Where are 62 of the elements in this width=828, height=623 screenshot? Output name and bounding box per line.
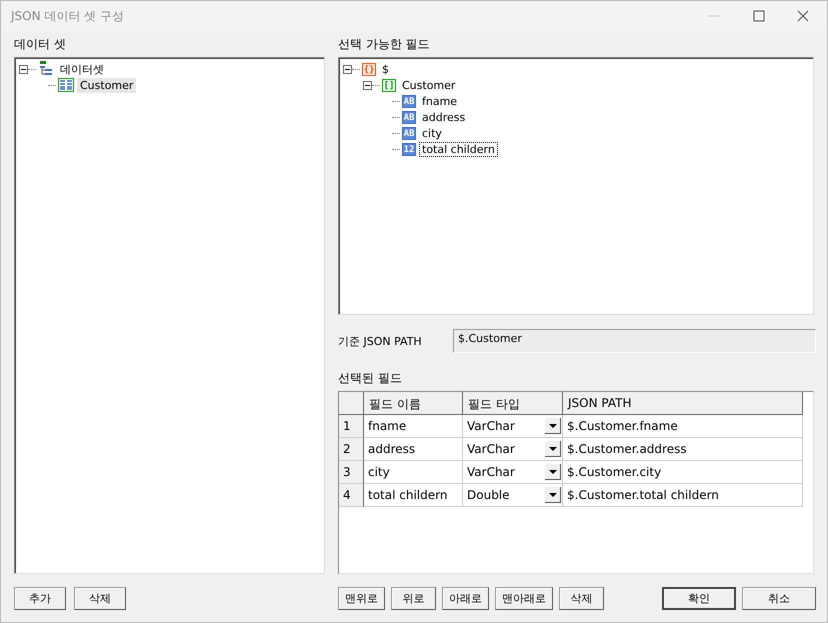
field-tree[interactable]: {} $ [] Customer AB fname AB address AB city 12 total childern <box>338 57 814 315</box>
collapse-icon[interactable] <box>363 80 372 90</box>
collapse-icon[interactable] <box>343 64 352 74</box>
field-label: 기준 JSON PATH <box>338 334 423 348</box>
dropdown-button[interactable] <box>545 441 561 457</box>
type-icon: AB <box>402 110 416 124</box>
dataset-tree[interactable]: 데이터셋 Customer <box>14 57 325 574</box>
tree-item[interactable]: city <box>419 126 445 140</box>
table-cell: city <box>364 461 463 484</box>
dialog-button[interactable]: 확인 <box>662 587 736 610</box>
tree-item[interactable]: fname <box>419 94 460 108</box>
dialog-button[interactable]: 삭제 <box>559 587 604 610</box>
dropdown-button[interactable] <box>545 487 561 503</box>
table-cell: address <box>364 438 463 461</box>
column-header[interactable]: 필드 타입 <box>463 392 563 415</box>
table-cell: $.Customer.fname <box>563 415 803 438</box>
panel-label: 선택 가능한 필드 <box>338 36 431 53</box>
dialog-button[interactable]: 취소 <box>742 587 816 610</box>
dropdown-button[interactable] <box>545 418 561 434</box>
type-icon: [] <box>382 78 396 92</box>
row-number: 2 <box>339 438 364 461</box>
type-icon: AB <box>402 126 416 140</box>
column-header[interactable]: 필드 이름 <box>364 392 463 415</box>
window-title: JSON 데이터 셋 구성 <box>11 8 124 24</box>
dialog-button[interactable]: 위로 <box>391 587 436 610</box>
hierarchy-icon <box>38 61 54 77</box>
collapse-icon[interactable] <box>19 64 28 74</box>
table-cell: total childern <box>364 484 463 507</box>
tree-item[interactable]: Customer <box>399 78 458 92</box>
close-icon[interactable] <box>797 10 809 22</box>
panel-label: 데이터 셋 <box>14 36 67 53</box>
table-cell: $.Customer.address <box>563 438 803 461</box>
dialog-button[interactable]: 삭제 <box>74 587 126 610</box>
tree-item[interactable]: Customer <box>77 78 136 92</box>
dialog-button[interactable]: 맨위로 <box>338 587 385 610</box>
type-icon: AB <box>402 94 416 108</box>
table-cell: fname <box>364 415 463 438</box>
row-number: 3 <box>339 461 364 484</box>
header-corner <box>339 392 364 415</box>
table-icon <box>58 78 74 92</box>
dialog-button[interactable]: 추가 <box>14 587 66 610</box>
table-cell: $.Customer.total childern <box>563 484 803 507</box>
type-value: Double <box>467 488 510 502</box>
type-value: VarChar <box>467 465 515 479</box>
row-number: 1 <box>339 415 364 438</box>
panel-label: 선택된 필드 <box>338 370 403 387</box>
dropdown-button[interactable] <box>545 464 561 480</box>
dialog-button[interactable]: 맨아래로 <box>495 587 553 610</box>
table-cell: $.Customer.city <box>563 461 803 484</box>
base-path-field[interactable]: $.Customer <box>453 329 816 353</box>
tree-item[interactable]: $ <box>379 62 392 76</box>
dialog-button[interactable]: 아래로 <box>442 587 489 610</box>
type-value: VarChar <box>467 419 515 433</box>
tree-item[interactable]: address <box>419 110 468 124</box>
column-header[interactable]: JSON PATH <box>563 392 803 415</box>
maximize-icon[interactable] <box>753 10 765 22</box>
tree-item[interactable]: total childern <box>419 142 498 156</box>
type-value: VarChar <box>467 442 515 456</box>
type-icon: 12 <box>402 142 416 156</box>
type-icon: {} <box>362 62 376 76</box>
row-number: 4 <box>339 484 364 507</box>
tree-item[interactable]: 데이터셋 <box>57 62 107 76</box>
